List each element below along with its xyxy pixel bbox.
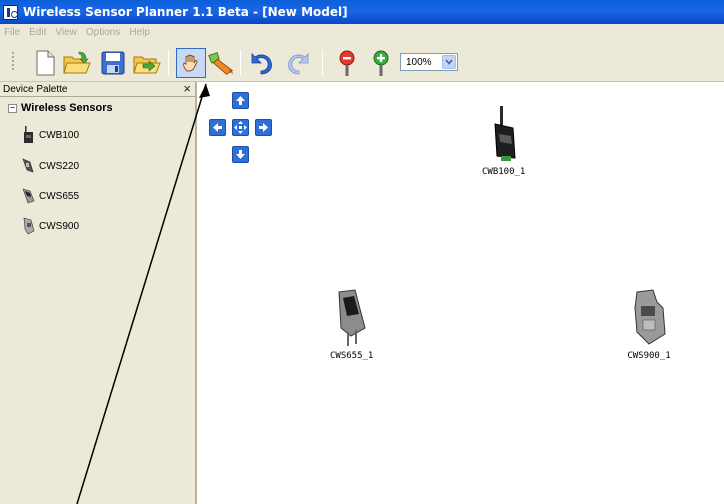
arrow-down-icon (236, 150, 245, 159)
collapse-icon[interactable]: − (8, 103, 17, 113)
save-icon (101, 51, 125, 75)
cws655-device-icon (338, 289, 366, 346)
pan-button[interactable] (176, 48, 206, 78)
cwb100-device-icon (494, 106, 516, 161)
device-label: CWS655_1 (330, 351, 374, 361)
palette-item-label: CWS220 (39, 160, 80, 172)
palette-item-label: CWS900 (39, 220, 80, 232)
zoom-in-icon (373, 50, 389, 76)
palette-item-cwb100[interactable]: CWB100 (21, 126, 79, 144)
cws220-device-icon (21, 157, 37, 175)
zoom-select[interactable]: 100% (400, 53, 458, 71)
pan-down-button[interactable] (232, 146, 249, 163)
open-button[interactable] (62, 48, 92, 78)
redo-icon (288, 53, 309, 75)
cwb100-device-icon (21, 126, 37, 144)
pan-left-button[interactable] (209, 119, 226, 136)
app-icon (3, 4, 18, 20)
zoom-value: 100% (406, 56, 432, 68)
palette-item-label: CWS655 (39, 190, 80, 202)
cws900-device-icon (21, 217, 37, 235)
menu-bar: File Edit View Options Help (0, 24, 724, 40)
tree-group-wireless-sensors[interactable]: − Wireless Sensors (0, 97, 195, 114)
device-label: CWB100_1 (482, 167, 526, 177)
new-file-icon (36, 50, 55, 76)
zoom-out-button[interactable] (332, 48, 362, 78)
toolbar-separator (322, 50, 323, 76)
save-button[interactable] (98, 48, 128, 78)
model-canvas[interactable]: CWB100_1 CWS655_1 CWS900_1 (199, 82, 724, 504)
redo-button[interactable] (284, 48, 314, 78)
window-title: Wireless Sensor Planner 1.1 Beta - [New … (23, 5, 348, 19)
pan-up-button[interactable] (232, 92, 249, 109)
cws900-device-icon (634, 289, 666, 345)
arrow-up-icon (236, 96, 245, 105)
move-all-icon (234, 121, 247, 134)
chevron-down-icon[interactable] (442, 55, 456, 69)
menu-help[interactable]: Help (129, 27, 150, 38)
menu-edit[interactable]: Edit (29, 27, 46, 38)
palette-item-cws900[interactable]: CWS900 (21, 217, 79, 235)
title-bar: Wireless Sensor Planner 1.1 Beta - [New … (0, 0, 724, 24)
export-button[interactable] (132, 48, 162, 78)
palette-title: Device Palette (3, 83, 68, 95)
draw-link-button[interactable] (206, 48, 236, 78)
zoom-in-button[interactable] (366, 48, 396, 78)
menu-options[interactable]: Options (86, 27, 120, 38)
menu-file[interactable]: File (4, 27, 20, 38)
cws655-device-icon (21, 187, 37, 205)
palette-item-cws220[interactable]: CWS220 (21, 157, 79, 175)
menu-view[interactable]: View (55, 27, 77, 38)
pan-center-button[interactable] (232, 119, 249, 136)
export-icon (133, 56, 161, 74)
pan-right-button[interactable] (255, 119, 272, 136)
open-folder-icon (63, 51, 91, 74)
arrow-left-icon (213, 123, 222, 132)
toolbar-grip[interactable] (12, 52, 14, 72)
device-node-cws655[interactable]: CWS655_1 (330, 288, 373, 361)
toolbar (0, 40, 724, 82)
device-palette: Device Palette × − Wireless Sensors CWB1… (0, 82, 197, 504)
palette-header: Device Palette × (0, 82, 195, 97)
palette-item-label: CWB100 (39, 129, 80, 141)
draw-link-icon (208, 52, 234, 75)
palette-item-cws655[interactable]: CWS655 (21, 187, 79, 205)
zoom-out-icon (339, 50, 355, 76)
undo-button[interactable] (246, 48, 276, 78)
pan-hand-icon (183, 54, 198, 72)
toolbar-separator (240, 50, 241, 76)
arrow-right-icon (259, 123, 268, 132)
undo-icon (251, 53, 272, 75)
tree-group-label: Wireless Sensors (21, 102, 113, 114)
device-node-cwb100[interactable]: CWB100_1 (482, 104, 525, 177)
toolbar-separator (168, 50, 169, 76)
close-icon[interactable]: × (183, 82, 191, 95)
new-button[interactable] (30, 48, 60, 78)
device-node-cws900[interactable]: CWS900_1 (627, 288, 671, 361)
device-label: CWS900_1 (627, 351, 671, 361)
